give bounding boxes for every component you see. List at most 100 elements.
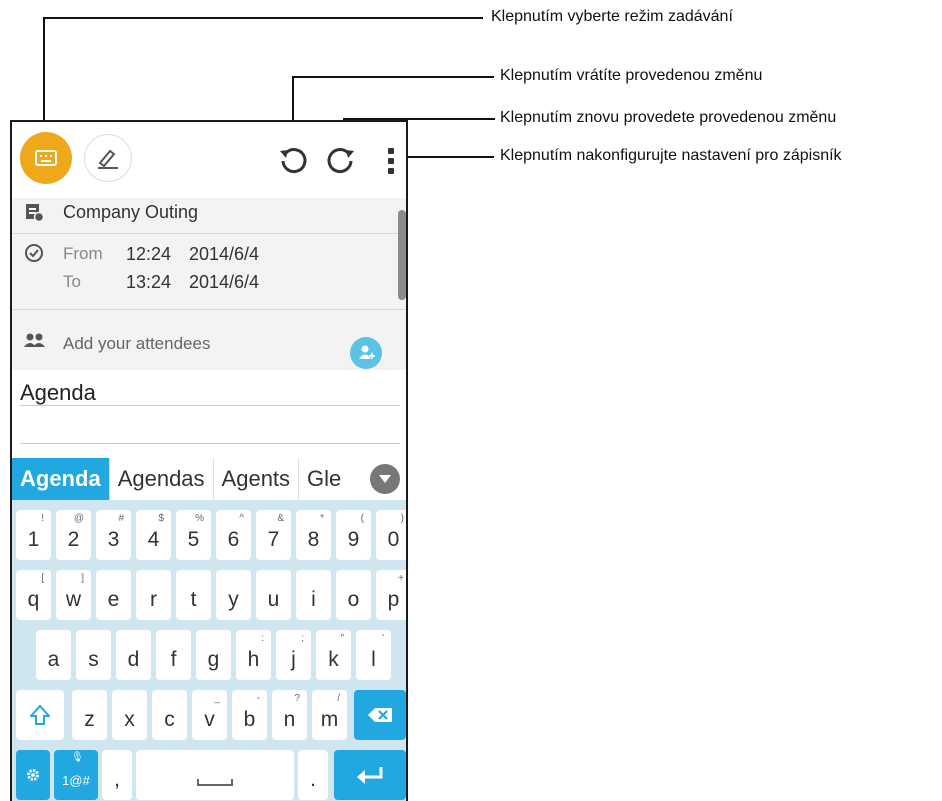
key-alt-label: /: [337, 693, 340, 704]
key-5[interactable]: 5%: [176, 510, 211, 560]
suggestion-item[interactable]: Agendas: [110, 458, 214, 500]
key-label: c: [164, 708, 175, 731]
attendees-placeholder: Add your attendees: [63, 334, 211, 353]
key-1[interactable]: 1!: [16, 510, 51, 560]
event-time-row[interactable]: From 12:24 2014/6/4 To 13:24 2014/6/4: [12, 234, 406, 308]
key-label: 7: [267, 528, 280, 551]
key-u[interactable]: u: [256, 570, 291, 620]
key-3[interactable]: 3 #: [96, 510, 131, 560]
backspace-key[interactable]: [354, 690, 406, 740]
shift-key[interactable]: [16, 690, 64, 740]
scrollbar[interactable]: [398, 210, 406, 300]
key-n[interactable]: n?: [272, 690, 307, 740]
suggestion-item[interactable]: Agenda: [12, 458, 110, 500]
key-label: r: [150, 588, 157, 611]
key-a[interactable]: a: [36, 630, 71, 680]
pen-icon: [98, 149, 118, 169]
to-date: 2014/6/4: [189, 272, 260, 292]
key-d[interactable]: d: [116, 630, 151, 680]
gear-icon: [27, 769, 39, 781]
key-h[interactable]: h:: [236, 630, 271, 680]
key-label: 9: [347, 528, 360, 551]
note-line: [20, 443, 400, 444]
people-icon: [24, 333, 45, 347]
key-l[interactable]: l ': [356, 630, 391, 680]
key-k[interactable]: k ": [316, 630, 351, 680]
key-label: i: [311, 588, 316, 611]
key-alt-label: :: [261, 633, 264, 644]
key-0[interactable]: 0): [376, 510, 406, 560]
key-label: 6: [227, 528, 240, 551]
key-z[interactable]: z: [72, 690, 107, 740]
space-bar-icon: [197, 779, 233, 786]
key-9[interactable]: 9(: [336, 510, 371, 560]
enter-icon: [357, 767, 383, 784]
notes-text: Agenda: [20, 380, 96, 405]
key-y[interactable]: y: [216, 570, 251, 620]
shift-arrow-icon: [30, 704, 50, 725]
key-p[interactable]: p +: [376, 570, 406, 620]
settings-key[interactable]: [16, 750, 50, 800]
comma-key[interactable]: ,: [102, 750, 132, 800]
key-g[interactable]: g: [196, 630, 231, 680]
key-j[interactable]: j;: [276, 630, 311, 680]
key-b[interactable]: b-: [232, 690, 267, 740]
key-label: l: [371, 648, 376, 671]
key-2[interactable]: 2 @: [56, 510, 91, 560]
key-label: m: [320, 708, 339, 731]
key-7[interactable]: 7 &: [256, 510, 291, 560]
key-label: u: [267, 588, 280, 611]
key-alt-label: ^: [239, 513, 244, 524]
key-f[interactable]: f: [156, 630, 191, 680]
key-i[interactable]: i: [296, 570, 331, 620]
key-alt-label: _: [214, 693, 220, 704]
add-attendee-button[interactable]: [350, 337, 382, 369]
key-alt-label: @: [73, 513, 84, 524]
enter-key[interactable]: [334, 750, 406, 800]
undo-button[interactable]: [276, 142, 310, 176]
key-x[interactable]: x: [112, 690, 147, 740]
keyboard-icon: [35, 150, 57, 166]
key-s[interactable]: s: [76, 630, 111, 680]
redo-button[interactable]: [324, 142, 358, 176]
key-label: 2: [67, 528, 80, 551]
key-4[interactable]: 4 $: [136, 510, 171, 560]
event-title-row: Company Outing: [12, 198, 406, 230]
symbols-key[interactable]: 1@# 🎙: [54, 750, 98, 800]
key-o[interactable]: o: [336, 570, 371, 620]
key-alt-label: &: [277, 513, 284, 524]
from-date: 2014/6/4: [189, 244, 260, 264]
handwriting-mode-button[interactable]: [84, 134, 132, 182]
attendees-row[interactable]: Add your attendees: [12, 310, 406, 370]
key-alt-label: !: [41, 513, 44, 524]
key-label: 8: [307, 528, 320, 551]
period-key[interactable]: .: [298, 750, 328, 800]
expand-suggestions-button[interactable]: [370, 464, 400, 494]
space-key[interactable]: [136, 750, 294, 800]
soft-keyboard: Agenda Agendas Agents Gle 1! 2 @3 #4 $5% 6 ^ 7 &…: [12, 458, 406, 801]
from-label: From: [63, 244, 103, 263]
callout-line-input-mode-vertical: [43, 17, 45, 130]
suggestion-item[interactable]: Agents: [214, 458, 300, 500]
key-label: b: [243, 708, 256, 731]
key-r[interactable]: r: [136, 570, 171, 620]
key-e[interactable]: e: [96, 570, 131, 620]
more-options-icon[interactable]: [388, 148, 396, 174]
key-t[interactable]: t: [176, 570, 211, 620]
key-6[interactable]: 6 ^: [216, 510, 251, 560]
key-m[interactable]: m /: [312, 690, 347, 740]
key-q[interactable]: q[: [16, 570, 51, 620]
to-time: 13:24: [126, 272, 172, 292]
notes-area[interactable]: Agenda: [12, 370, 406, 458]
key-alt-label: %: [195, 513, 204, 524]
event-title: Company Outing: [63, 202, 199, 222]
key-v[interactable]: v _: [192, 690, 227, 740]
add-person-icon: [359, 345, 375, 359]
key-w[interactable]: w]: [56, 570, 91, 620]
callout-line-input-mode: [43, 17, 483, 19]
key-c[interactable]: c: [152, 690, 187, 740]
key-8[interactable]: 8 *: [296, 510, 331, 560]
keyboard-mode-button[interactable]: [20, 132, 72, 184]
key-label: 4: [147, 528, 160, 551]
suggestion-item[interactable]: Gle: [299, 458, 341, 500]
